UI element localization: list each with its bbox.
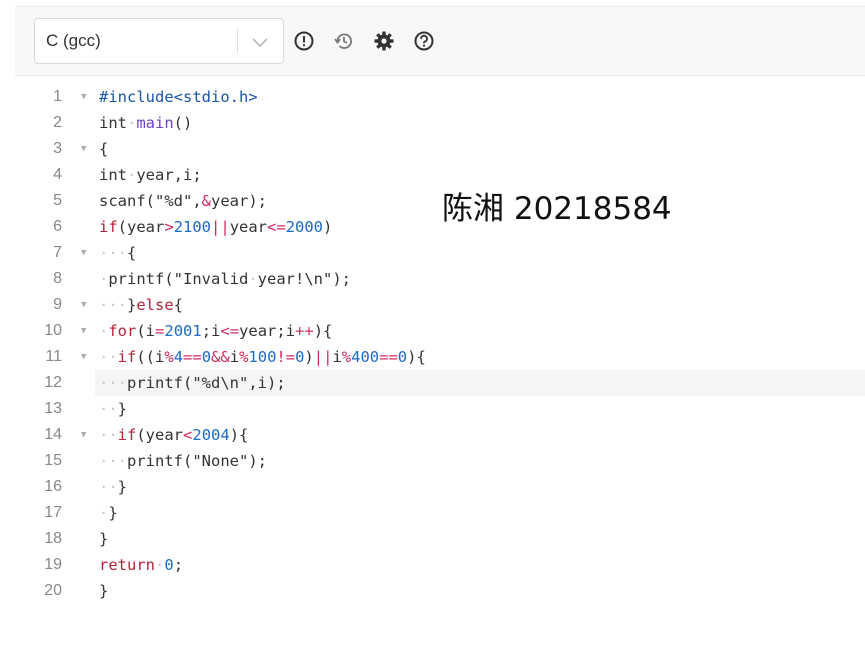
code-text: if(year>2100||year<=2000) (99, 218, 333, 236)
line-number: 6 (53, 218, 62, 235)
line-number: 7 (53, 244, 62, 261)
code-line: 20 } (15, 578, 865, 604)
editor-toolbar: C (gcc) (15, 6, 865, 76)
code-text: } (99, 530, 109, 548)
code-line: 17 ·} (15, 500, 865, 526)
code-line: 4 int·year,i; (15, 162, 865, 188)
chevron-down-icon[interactable] (250, 32, 270, 52)
code-line: 2 int·main() (15, 110, 865, 136)
alert-circle-icon[interactable] (293, 30, 315, 52)
code-line: 11 ▼ ··if((i%4==0&&i%100!=0)||i%400==0){ (15, 344, 865, 370)
line-number: 10 (44, 322, 62, 339)
line-number: 9 (53, 296, 62, 313)
code-line: 8 ·printf("Invalid·year!\n"); (15, 266, 865, 292)
code-line: 7 ▼ ···{ (15, 240, 865, 266)
code-line: 6 if(year>2100||year<=2000) (15, 214, 865, 240)
line-number: 2 (53, 114, 62, 131)
fold-arrow-icon[interactable]: ▼ (81, 292, 91, 318)
code-text: } (99, 582, 109, 600)
code-text: { (99, 140, 109, 158)
code-text: ·for(i=2001;i<=year;i++){ (99, 322, 333, 340)
code-line: 19 return·0; (15, 552, 865, 578)
code-text: int·year,i; (99, 166, 202, 184)
help-circle-icon[interactable] (413, 30, 435, 52)
active-line-gutter: 12 (15, 370, 95, 396)
line-number: 19 (44, 556, 62, 573)
code-text: ···}else{ (99, 296, 184, 314)
code-line: 15 ···printf("None"); (15, 448, 865, 474)
history-icon[interactable] (333, 30, 355, 52)
code-text: ··if((i%4==0&&i%100!=0)||i%400==0){ (99, 348, 426, 366)
line-number: 15 (44, 452, 62, 469)
line-number: 11 (45, 348, 62, 365)
line-number: 4 (53, 166, 62, 183)
line-number: 17 (44, 504, 62, 521)
fold-arrow-icon[interactable]: ▼ (81, 84, 91, 110)
line-number: 1 (53, 88, 62, 105)
code-line: 1 ▼ #include<stdio.h> (15, 84, 865, 110)
code-text: ···printf("%d\n",i); (99, 374, 286, 392)
code-text: ··} (99, 400, 128, 418)
fold-arrow-icon[interactable]: ▼ (81, 318, 91, 344)
code-line: 5 scanf("%d",&year); (15, 188, 865, 214)
language-select[interactable]: C (gcc) (34, 18, 284, 64)
code-line-active: 12 ···printf("%d\n",i); (95, 370, 865, 396)
line-number: 12 (44, 374, 62, 391)
line-number: 3 (53, 140, 62, 157)
code-text: ·printf("Invalid·year!\n"); (99, 270, 351, 288)
code-line: 3 ▼ { (15, 136, 865, 162)
fold-arrow-icon[interactable]: ▼ (81, 136, 91, 162)
code-text: #include<stdio.h> (99, 88, 258, 106)
code-text: ···printf("None"); (99, 452, 267, 470)
gear-icon[interactable] (373, 30, 395, 52)
line-number: 14 (44, 426, 62, 443)
code-text: ·} (99, 504, 118, 522)
fold-arrow-icon[interactable]: ▼ (81, 344, 91, 370)
code-text: ··if(year<2004){ (99, 426, 249, 444)
student-name-overlay: 陈湘 20218584 (442, 191, 672, 227)
language-select-value: C (gcc) (46, 31, 101, 50)
code-editor[interactable]: 1 ▼ #include<stdio.h> 2 int·main() 3 ▼ {… (15, 76, 865, 647)
code-line: 16 ··} (15, 474, 865, 500)
line-number: 13 (44, 400, 62, 417)
code-text: int·main() (99, 114, 193, 132)
line-number: 5 (53, 192, 62, 209)
code-text: ··} (99, 478, 128, 496)
line-number: 20 (44, 582, 62, 599)
line-number: 16 (44, 478, 62, 495)
line-number: 18 (44, 530, 62, 547)
code-line: 10 ▼ ·for(i=2001;i<=year;i++){ (15, 318, 865, 344)
line-number: 8 (53, 270, 62, 287)
code-text: return·0; (99, 556, 184, 574)
code-text: ···{ (99, 244, 137, 262)
code-line: 18 } (15, 526, 865, 552)
code-line: 13 ··} (15, 396, 865, 422)
code-line: 14 ▼ ··if(year<2004){ (15, 422, 865, 448)
code-text: scanf("%d",&year); (99, 192, 268, 210)
select-divider (237, 29, 238, 53)
left-margin (0, 0, 15, 647)
fold-arrow-icon[interactable]: ▼ (81, 240, 91, 266)
code-line: 9 ▼ ···}else{ (15, 292, 865, 318)
fold-arrow-icon[interactable]: ▼ (81, 422, 91, 448)
